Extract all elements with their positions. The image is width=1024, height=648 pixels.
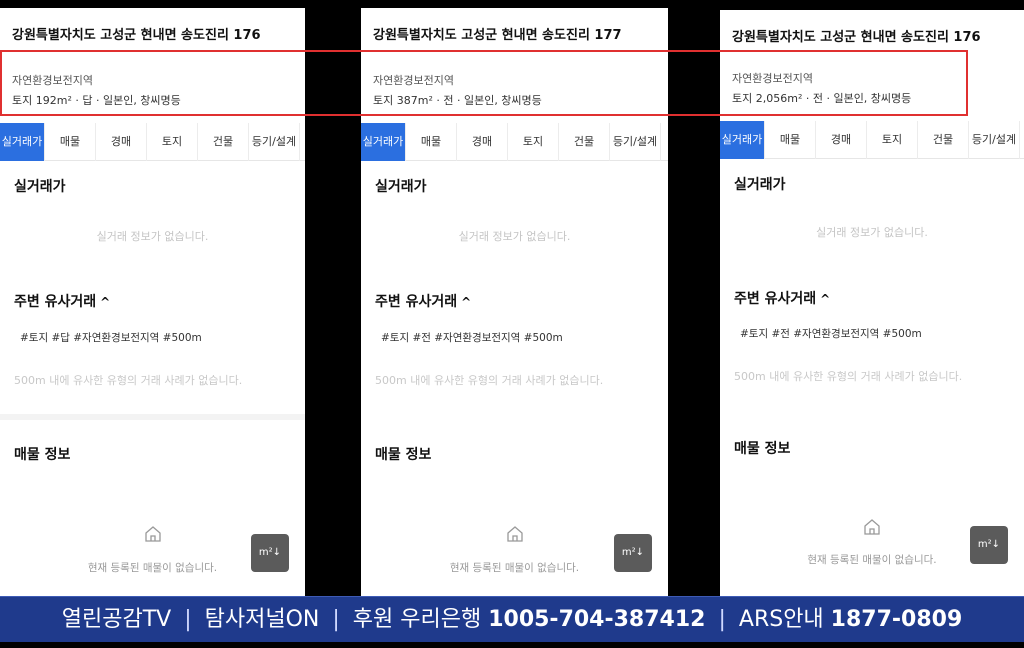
- tab-registry[interactable]: 등기/설계: [969, 121, 1020, 159]
- section-title-transaction: 실거래가: [14, 179, 66, 195]
- nearby-hashtags: #토지 #전 #자연환경보전지역 #500m: [381, 332, 563, 344]
- tab-listings[interactable]: 매물: [765, 121, 816, 159]
- parcel-address: 강원특별자치도 고성군 현내면 송도진리 176: [12, 28, 261, 43]
- tab-auction[interactable]: 경매: [457, 123, 508, 161]
- tab-registry[interactable]: 등기/설계: [249, 123, 300, 161]
- section-title-transaction: 실거래가: [734, 177, 786, 193]
- ticker-partner: 탐사저널ON: [204, 607, 320, 632]
- nearby-title-label: 주변 유사거래: [734, 291, 817, 307]
- unit-toggle-button[interactable]: m²↓: [970, 526, 1008, 564]
- section-title-nearby[interactable]: 주변 유사거래 ^: [375, 291, 471, 311]
- transaction-empty-message: 실거래 정보가 없습니다.: [816, 226, 928, 239]
- tab-land[interactable]: 토지: [147, 123, 198, 161]
- section-title-listing: 매물 정보: [14, 447, 71, 463]
- tab-land[interactable]: 토지: [867, 121, 918, 159]
- tab-building[interactable]: 건물: [918, 121, 969, 159]
- bottom-black-bar: [0, 642, 1024, 648]
- unit-toggle-button[interactable]: m²↓: [251, 534, 289, 572]
- zone-label: 자연환경보전지역: [12, 74, 93, 87]
- nearby-hashtags: #토지 #답 #자연환경보전지역 #500m: [20, 332, 202, 344]
- chevron-up-icon[interactable]: ^: [100, 295, 110, 309]
- parcel-address: 강원특별자치도 고성군 현내면 송도진리 176: [732, 30, 981, 45]
- chevron-up-icon[interactable]: ^: [820, 292, 830, 306]
- tab-listings[interactable]: 매물: [406, 123, 457, 161]
- transaction-empty-message: 실거래 정보가 없습니다.: [458, 230, 571, 243]
- land-info: 토지 192m² · 답 · 일본인, 창씨명등: [12, 94, 181, 107]
- unit-toggle-button[interactable]: m²↓: [614, 534, 652, 572]
- tab-land[interactable]: 토지: [508, 123, 559, 161]
- tab-bar: 실거래가 매물 경매 토지 건물 등기/설계: [361, 123, 668, 161]
- home-icon: [506, 526, 523, 542]
- tab-bar: 실거래가 매물 경매 토지 건물 등기/설계: [0, 123, 305, 161]
- tab-building[interactable]: 건물: [198, 123, 249, 161]
- nearby-empty-message: 500m 내에 유사한 유형의 거래 사례가 없습니다.: [14, 374, 243, 387]
- parcel-panel-176: 강원특별자치도 고성군 현내면 송도진리 176 자연환경보전지역 토지 192…: [0, 8, 305, 596]
- section-divider: [0, 414, 305, 420]
- home-icon: [864, 519, 880, 535]
- tab-transaction-price[interactable]: 실거래가: [0, 123, 45, 161]
- ticker-separator: |: [332, 607, 340, 632]
- section-title-listing: 매물 정보: [375, 447, 432, 463]
- home-icon: [144, 526, 161, 542]
- tab-registry[interactable]: 등기/설계: [610, 123, 661, 161]
- tab-auction[interactable]: 경매: [96, 123, 147, 161]
- broadcast-ticker: 열린공감TV | 탐사저널ON | 후원 우리은행 1005-704-38741…: [0, 596, 1024, 642]
- nearby-title-label: 주변 유사거래: [375, 294, 458, 310]
- transaction-empty-message: 실거래 정보가 없습니다.: [96, 230, 209, 243]
- ticker-ars-label: ARS안내: [738, 607, 824, 632]
- ticker-separator: |: [718, 607, 726, 632]
- section-title-nearby[interactable]: 주변 유사거래 ^: [734, 288, 830, 308]
- zone-label: 자연환경보전지역: [732, 72, 813, 85]
- tab-listings[interactable]: 매물: [45, 123, 96, 161]
- parcel-address: 강원특별자치도 고성군 현내면 송도진리 177: [373, 28, 622, 43]
- nearby-empty-message: 500m 내에 유사한 유형의 거래 사례가 없습니다.: [375, 374, 604, 387]
- land-info: 토지 2,056m² · 전 · 일본인, 창씨명등: [732, 92, 912, 105]
- zone-label: 자연환경보전지역: [373, 74, 454, 87]
- tab-transaction-price[interactable]: 실거래가: [361, 123, 406, 161]
- nearby-title-label: 주변 유사거래: [14, 294, 97, 310]
- tab-building[interactable]: 건물: [559, 123, 610, 161]
- section-title-nearby[interactable]: 주변 유사거래 ^: [14, 291, 110, 311]
- ticker-donation-account: 1005-704-387412: [488, 607, 706, 632]
- ticker-ars-number: 1877-0809: [830, 607, 963, 632]
- chevron-up-icon[interactable]: ^: [461, 295, 471, 309]
- tab-transaction-price[interactable]: 실거래가: [720, 121, 765, 159]
- parcel-panel-176-b: 강원특별자치도 고성군 현내면 송도진리 176 자연환경보전지역 토지 2,0…: [720, 10, 1024, 598]
- nearby-empty-message: 500m 내에 유사한 유형의 거래 사례가 없습니다.: [734, 370, 963, 383]
- tab-auction[interactable]: 경매: [816, 121, 867, 159]
- nearby-hashtags: #토지 #전 #자연환경보전지역 #500m: [740, 328, 922, 340]
- ticker-separator: |: [184, 607, 192, 632]
- section-title-listing: 매물 정보: [734, 441, 791, 457]
- parcel-panel-177: 강원특별자치도 고성군 현내면 송도진리 177 자연환경보전지역 토지 387…: [361, 8, 668, 596]
- tab-bar: 실거래가 매물 경매 토지 건물 등기/설계: [720, 121, 1024, 159]
- land-info: 토지 387m² · 전 · 일본인, 창씨명등: [373, 94, 542, 107]
- ticker-channel: 열린공감TV: [61, 607, 172, 632]
- section-title-transaction: 실거래가: [375, 179, 427, 195]
- ticker-donation-label: 후원 우리은행: [352, 607, 482, 632]
